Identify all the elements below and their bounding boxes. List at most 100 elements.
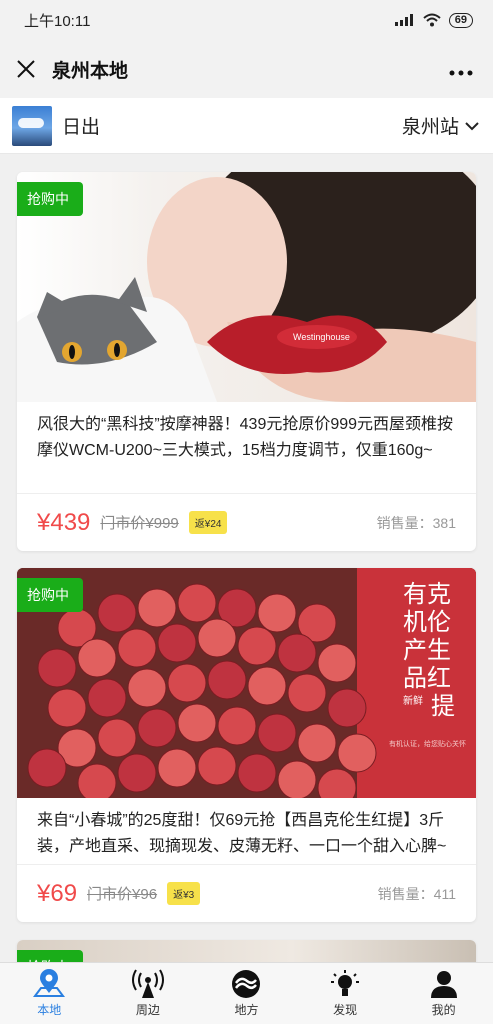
rebate-badge: 返¥3 [167, 882, 201, 905]
product-image: 有克 机伦 产生 品红 提 新鲜 有机认证，给您贴心关怀 抢购中 [17, 568, 476, 798]
grape [37, 648, 77, 688]
poster-line-3: 产生 [403, 636, 451, 664]
poster-note: 有机认证，给您贴心关怀 [389, 739, 466, 748]
massager-photo: Westinghouse [17, 172, 476, 402]
grape [257, 593, 297, 633]
grape [197, 618, 237, 658]
tab-label: 地方 [234, 1003, 259, 1017]
close-icon [17, 60, 35, 78]
station-label: 泉州站 [401, 117, 459, 138]
location-bar: 日出 泉州站 [0, 98, 493, 154]
product-footer: ¥69 门市价¥96 返¥3 销售量：411 [17, 864, 476, 922]
product-price: ¥69 [37, 879, 78, 907]
grape [217, 706, 257, 746]
product-feed: Westinghouse 抢购中 风很大的“黑科技”按摩神器！439元抢原价99… [0, 154, 493, 962]
location-name: 日出 [62, 117, 101, 138]
wifi-icon [423, 13, 441, 27]
grape [117, 753, 157, 793]
product-price: ¥439 [37, 508, 91, 536]
lightbulb-icon [331, 970, 360, 996]
grape [77, 638, 117, 678]
product-card[interactable]: Westinghouse 抢购中 风很大的“黑科技”按摩神器！439元抢原价99… [17, 172, 476, 551]
grape [197, 746, 237, 786]
status-bar: 上午10:11 69 [0, 0, 493, 40]
product-description: 来自“小春城”的25度甜！仅69元抢【西昌克伦生红提】3斤装，产地直采、现摘现发… [37, 812, 447, 855]
rebate-badge: 返¥24 [188, 511, 228, 534]
tab-region[interactable]: 地方 [197, 963, 296, 1024]
massager-brand-text: Westinghouse [293, 332, 350, 342]
poster-line-5: 提 [431, 692, 455, 720]
tab-label: 本地 [37, 1003, 62, 1017]
product-card[interactable]: 抢购中 [17, 940, 476, 962]
grape [287, 673, 327, 713]
grape [167, 663, 207, 703]
grape [87, 678, 127, 718]
more-button[interactable] [449, 56, 473, 82]
location-pin-icon [33, 969, 66, 997]
grape [157, 748, 197, 788]
battery-indicator: 69 [448, 12, 473, 28]
grape [47, 688, 87, 728]
flash-sale-tag: 抢购中 [17, 950, 83, 962]
grape [317, 643, 357, 683]
chevron-down-icon [465, 121, 479, 130]
person-icon [430, 971, 457, 998]
grape-photo: 有克 机伦 产生 品红 提 新鲜 有机认证，给您贴心关怀 [17, 568, 476, 798]
poster-fresh: 新鲜 [403, 694, 423, 707]
grape [117, 628, 157, 668]
grape [297, 723, 337, 763]
location-thumbnail[interactable] [12, 105, 52, 146]
grape [137, 588, 177, 628]
status-icons: 69 [394, 12, 473, 28]
tab-mine[interactable]: 我的 [394, 963, 493, 1024]
tab-label: 发现 [333, 1003, 358, 1017]
swirl-logo-icon [232, 970, 261, 998]
original-price: 门市价¥999 [100, 515, 179, 532]
grape [257, 713, 297, 753]
grape [247, 666, 287, 706]
product-footer: ¥439 门市价¥999 返¥24 销售量：381 [17, 493, 476, 551]
poster-line-1: 有克 [403, 580, 451, 608]
grape [237, 626, 277, 666]
grape [207, 660, 247, 700]
grape [177, 583, 217, 623]
tab-discover[interactable]: 发现 [296, 963, 395, 1024]
tab-label: 我的 [431, 1003, 456, 1017]
original-price: 门市价¥96 [87, 886, 158, 903]
poster-line-4: 品红 [403, 664, 451, 692]
grape [277, 760, 317, 798]
grape [157, 623, 197, 663]
grape [327, 688, 367, 728]
broadcast-tower-icon [131, 969, 164, 998]
grape [127, 668, 167, 708]
sales-count: 销售量：411 [377, 885, 456, 902]
close-button[interactable] [14, 57, 38, 81]
nav-bar: 泉州本地 [0, 40, 493, 98]
page-title: 泉州本地 [52, 60, 129, 82]
poster-line-2: 机伦 [403, 608, 451, 636]
tab-nearby[interactable]: 周边 [99, 963, 198, 1024]
sales-count: 销售量：381 [376, 514, 456, 531]
product-description: 风很大的“黑科技”按摩神器！439元抢原价999元西屋颈椎按摩仪WCM-U200… [37, 416, 454, 459]
grape [27, 748, 67, 788]
grape [77, 763, 117, 798]
bottom-tab-bar: 本地 周边 地方 发现 我的 [0, 962, 493, 1024]
product-card[interactable]: 有克 机伦 产生 品红 提 新鲜 有机认证，给您贴心关怀 抢购中 来自“小春城”… [17, 568, 476, 922]
more-icon [449, 70, 473, 76]
grape [177, 703, 217, 743]
flash-sale-tag: 抢购中 [17, 578, 83, 612]
station-selector[interactable]: 泉州站 [402, 112, 479, 139]
signal-icon [394, 14, 413, 26]
grape [137, 708, 177, 748]
product-image [17, 940, 476, 962]
grape [97, 593, 137, 633]
grape [237, 753, 277, 793]
grape [97, 718, 137, 758]
product-image: Westinghouse 抢购中 [17, 172, 476, 402]
flash-sale-tag: 抢购中 [17, 182, 83, 216]
status-time: 上午10:11 [24, 12, 91, 30]
tab-label: 周边 [135, 1003, 160, 1017]
grape [337, 733, 377, 773]
tab-local[interactable]: 本地 [0, 963, 99, 1024]
grape [277, 633, 317, 673]
